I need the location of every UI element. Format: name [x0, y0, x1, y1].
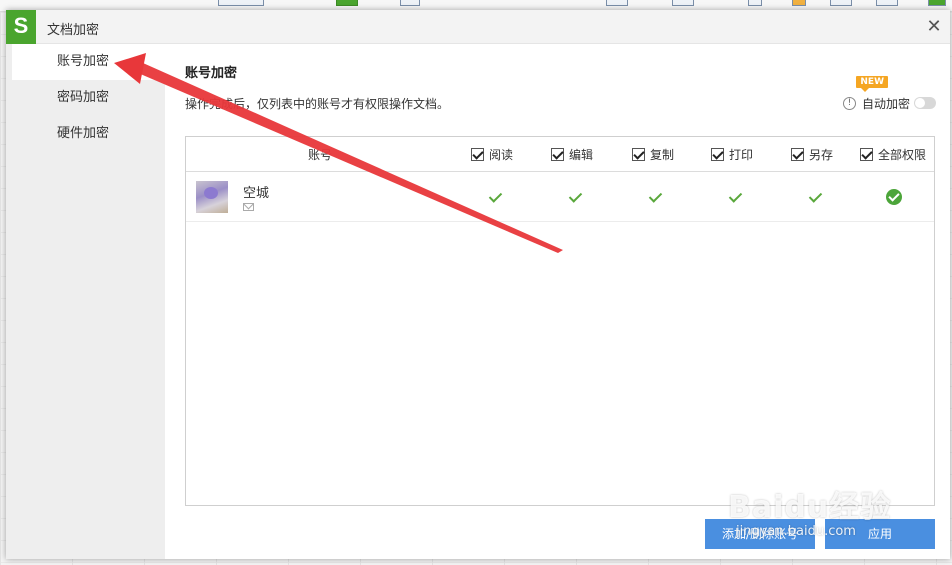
column-header-label: 编辑 [569, 148, 594, 162]
dialog-title: 文档加密 [47, 23, 100, 38]
bg-toolbar-item [336, 0, 358, 6]
bg-toolbar-item [928, 0, 946, 6]
page-title: 账号加密 [185, 66, 238, 81]
copy-check-icon[interactable] [648, 190, 662, 204]
table-row[interactable]: 空城 [186, 173, 934, 222]
column-header-label: 阅读 [489, 148, 514, 162]
column-header-label: 复制 [650, 148, 675, 162]
bg-toolbar-item [748, 0, 762, 6]
bg-toolbar-item [672, 0, 694, 6]
column-header-save-as: 另存 [791, 146, 833, 163]
new-badge: NEW [856, 76, 888, 92]
dialog-titlebar: S 文档加密 ✕ [6, 10, 950, 44]
watermark-url: jingyan.baidu.com [736, 524, 856, 539]
column-header-all-permissions: 全部权限 [860, 146, 926, 163]
auto-encrypt-label: 自动加密 [861, 96, 910, 111]
sidebar-item-hardware-encryption[interactable]: 硬件加密 [6, 116, 165, 152]
save-as-check-icon[interactable] [808, 190, 822, 204]
description-text: 操作完成后，仅列表中的账号才有权限操作文档。 [185, 97, 450, 111]
column-header-copy: 复制 [632, 146, 674, 163]
all-permissions-check-icon[interactable] [886, 189, 902, 205]
save-as-checkbox[interactable] [791, 148, 804, 161]
copy-checkbox[interactable] [632, 148, 645, 161]
bg-toolbar-item [218, 0, 264, 6]
close-icon[interactable]: ✕ [924, 17, 944, 37]
edit-check-icon[interactable] [568, 190, 582, 204]
read-checkbox[interactable] [471, 148, 484, 161]
bg-toolbar-item [606, 0, 628, 6]
permission-table: 账号 阅读 编辑 复制 打印 另存 全部权限 空城 [185, 136, 935, 506]
column-header-label: 账号 [308, 148, 333, 162]
all-permissions-checkbox[interactable] [860, 148, 873, 161]
column-header-label: 另存 [809, 148, 834, 162]
avatar [196, 181, 228, 213]
bg-toolbar-item [792, 0, 806, 6]
column-header-edit: 编辑 [551, 146, 593, 163]
mail-icon [243, 203, 254, 211]
column-header-label: 打印 [729, 148, 754, 162]
auto-encrypt-toggle[interactable] [914, 97, 936, 109]
table-header: 账号 阅读 编辑 复制 打印 另存 全部权限 [186, 137, 934, 172]
column-header-print: 打印 [711, 146, 753, 163]
print-checkbox[interactable] [711, 148, 724, 161]
auto-encrypt-control: ! 自动加密 [842, 94, 936, 112]
bg-toolbar-item [830, 0, 852, 6]
wps-logo-icon: S [6, 10, 36, 44]
sidebar: 账号加密 密码加密 硬件加密 [6, 44, 165, 559]
info-icon[interactable]: ! [842, 96, 856, 110]
column-header-read: 阅读 [471, 146, 513, 163]
column-header-account: 账号 [308, 146, 332, 163]
column-header-label: 全部权限 [878, 148, 927, 162]
edit-checkbox[interactable] [551, 148, 564, 161]
document-encryption-dialog: S 文档加密 ✕ 账号加密 密码加密 硬件加密 账号加密 操作完成后，仅列表中的… [6, 10, 950, 559]
read-check-icon[interactable] [488, 190, 502, 204]
sidebar-item-account-encryption[interactable]: 账号加密 [12, 44, 165, 80]
watermark-logo: Baidu经验 [728, 490, 892, 525]
sidebar-item-password-encryption[interactable]: 密码加密 [6, 80, 165, 116]
account-name: 空城 [243, 186, 270, 201]
bg-toolbar-item [400, 0, 420, 6]
bg-toolbar-item [876, 0, 898, 6]
print-check-icon[interactable] [728, 190, 742, 204]
